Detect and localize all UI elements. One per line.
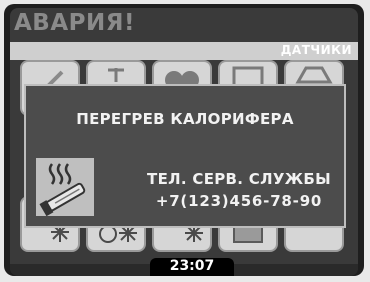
clock-time: 23:07 [169, 258, 215, 274]
alarm-dialog: ПЕРЕГРЕВ КАЛОРИФЕРА ТЕЛ. СЕРВ. СЛУЖБЫ +7… [24, 84, 346, 228]
clock: 23:07 [150, 258, 234, 276]
screen: АВАРИЯ! ДАТЧИКИ ПЕРЕГРЕВ КАЛОРИФЕРА ТЕЛ.… [10, 8, 358, 276]
heater-icon [36, 158, 94, 217]
sensors-tab-strip: ДАТЧИКИ [10, 42, 358, 60]
alarm-title: АВАРИЯ! [14, 10, 135, 36]
service-contact-label: ТЕЛ. СЕРВ. СЛУЖБЫ [147, 170, 331, 188]
alarm-message: ПЕРЕГРЕВ КАЛОРИФЕРА [76, 110, 294, 128]
sensors-tab[interactable]: ДАТЧИКИ [281, 43, 352, 57]
service-phone-number: +7(123)456-78-90 [155, 192, 323, 210]
